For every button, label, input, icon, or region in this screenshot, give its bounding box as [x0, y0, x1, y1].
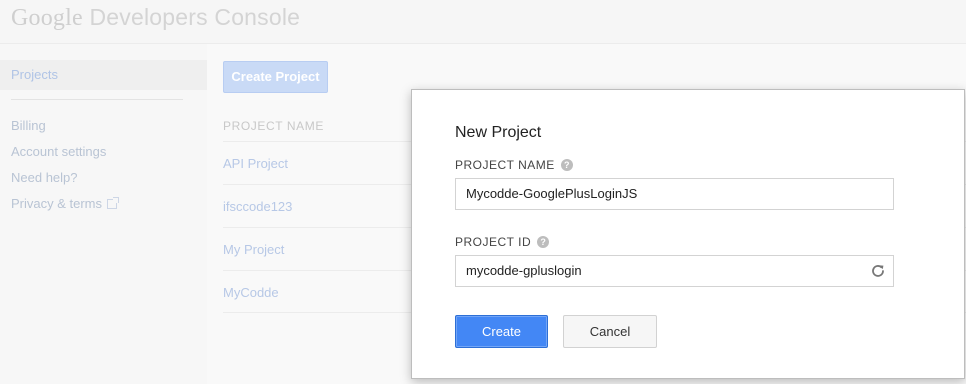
sidebar-item-billing[interactable]: Billing — [11, 118, 46, 133]
sidebar-item-projects[interactable]: Projects — [11, 67, 58, 82]
project-link[interactable]: ifsccode123 — [223, 199, 292, 214]
google-wordmark: Google — [11, 5, 83, 31]
external-link-icon — [107, 197, 120, 209]
project-link[interactable]: My Project — [223, 242, 284, 257]
project-id-label-text: PROJECT ID — [455, 235, 532, 249]
sidebar-item-need-help[interactable]: Need help? — [11, 170, 78, 185]
project-id-label: PROJECT ID? — [455, 235, 550, 249]
column-header-project-name: PROJECT NAME — [223, 119, 324, 133]
sidebar-item-privacy-terms[interactable]: Privacy & terms — [11, 196, 120, 211]
sidebar-divider — [11, 99, 183, 100]
project-name-value: Mycodde-GooglePlusLoginJS — [466, 186, 638, 201]
new-project-dialog: New Project PROJECT NAME? Mycodde-Google… — [411, 89, 965, 379]
sidebar-item-label: Privacy & terms — [11, 196, 103, 211]
help-icon[interactable]: ? — [560, 159, 573, 171]
create-button[interactable]: Create — [455, 315, 548, 348]
sidebar: Projects Billing Account settings Need h… — [0, 44, 207, 384]
help-icon[interactable]: ? — [537, 236, 550, 248]
product-name: Developers Console — [89, 4, 301, 30]
cancel-button[interactable]: Cancel — [563, 315, 657, 348]
project-name-label: PROJECT NAME? — [455, 158, 573, 172]
dialog-title: New Project — [455, 124, 542, 141]
project-id-value: mycodde-gpluslogin — [466, 263, 582, 278]
project-name-input[interactable]: Mycodde-GooglePlusLoginJS — [455, 178, 894, 210]
refresh-icon[interactable] — [870, 263, 886, 279]
create-project-button[interactable]: Create Project — [223, 61, 328, 93]
sidebar-item-account-settings[interactable]: Account settings — [11, 144, 106, 159]
project-id-input[interactable]: mycodde-gpluslogin — [455, 255, 894, 287]
app-logo[interactable]: Google Developers Console — [11, 4, 300, 32]
project-link[interactable]: API Project — [223, 156, 288, 171]
top-bar: Google Developers Console — [0, 0, 966, 44]
project-name-label-text: PROJECT NAME — [455, 158, 555, 172]
project-link[interactable]: MyCodde — [223, 285, 279, 300]
